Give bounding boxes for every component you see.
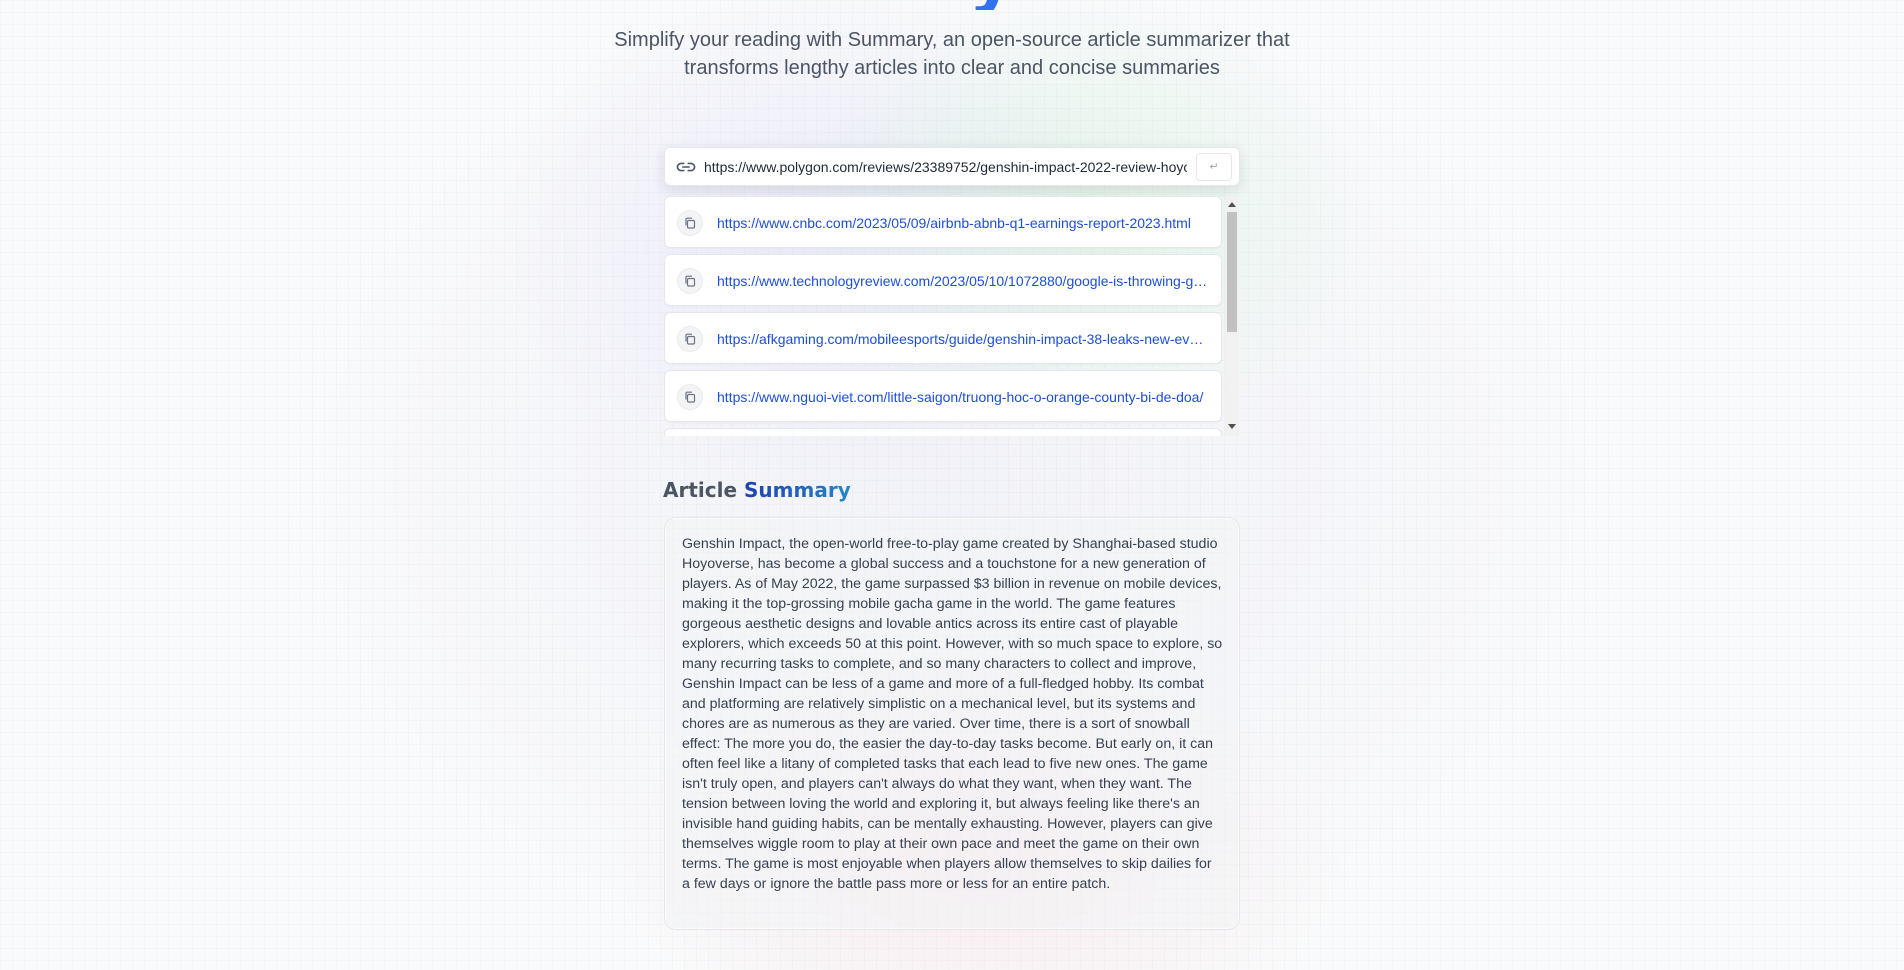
history-url[interactable]: https://www.cnbc.com/2023/05/09/airbnb-a… <box>717 214 1211 232</box>
copy-button[interactable] <box>677 326 703 352</box>
summary-heading: Article Summary <box>663 477 851 503</box>
summary-text: Genshin Impact, the open-world free-to-p… <box>682 536 1223 892</box>
history-item[interactable]: https://www.nguoi-viet.com/little-saigon… <box>664 370 1222 422</box>
history-item[interactable]: https://www.cnbc.com/2023/05/09/airbnb-a… <box>664 196 1222 248</box>
scroll-up-arrow-icon[interactable] <box>1228 202 1236 207</box>
history-url[interactable]: https://www.nguoi-viet.com/little-saigon… <box>717 388 1211 406</box>
summary-box: Genshin Impact, the open-world free-to-p… <box>664 517 1240 930</box>
hero-subtitle: Simplify your reading with Summary, an o… <box>614 29 1290 79</box>
url-form: ↵ <box>664 147 1240 186</box>
copy-icon <box>685 391 696 403</box>
history-item[interactable]: https://www.technologyreview.com/2023/05… <box>664 254 1222 306</box>
history-item[interactable] <box>664 428 1222 436</box>
summary-heading-prefix: Article <box>663 478 738 502</box>
copy-button[interactable] <box>677 384 703 410</box>
link-icon <box>676 162 696 172</box>
copy-button[interactable] <box>677 268 703 294</box>
history-item[interactable]: https://afkgaming.com/mobileesports/guid… <box>664 312 1222 364</box>
summary-heading-accent: Summary <box>744 478 851 502</box>
url-input[interactable] <box>704 154 1187 180</box>
history-url[interactable]: https://www.technologyreview.com/2023/05… <box>717 272 1211 290</box>
hero-title: Summary GPT-4 <box>0 0 1904 10</box>
submit-button[interactable]: ↵ <box>1196 153 1232 181</box>
copy-icon <box>685 217 696 229</box>
history-url[interactable]: https://afkgaming.com/mobileesports/guid… <box>717 330 1211 348</box>
scroll-down-arrow-icon[interactable] <box>1228 424 1236 429</box>
history-list[interactable]: https://www.cnbc.com/2023/05/09/airbnb-a… <box>664 196 1240 436</box>
copy-icon <box>685 275 696 287</box>
copy-button[interactable] <box>677 210 703 236</box>
copy-icon <box>685 333 696 345</box>
history-scrollbar[interactable] <box>1225 196 1239 436</box>
scroll-thumb[interactable] <box>1227 212 1237 332</box>
